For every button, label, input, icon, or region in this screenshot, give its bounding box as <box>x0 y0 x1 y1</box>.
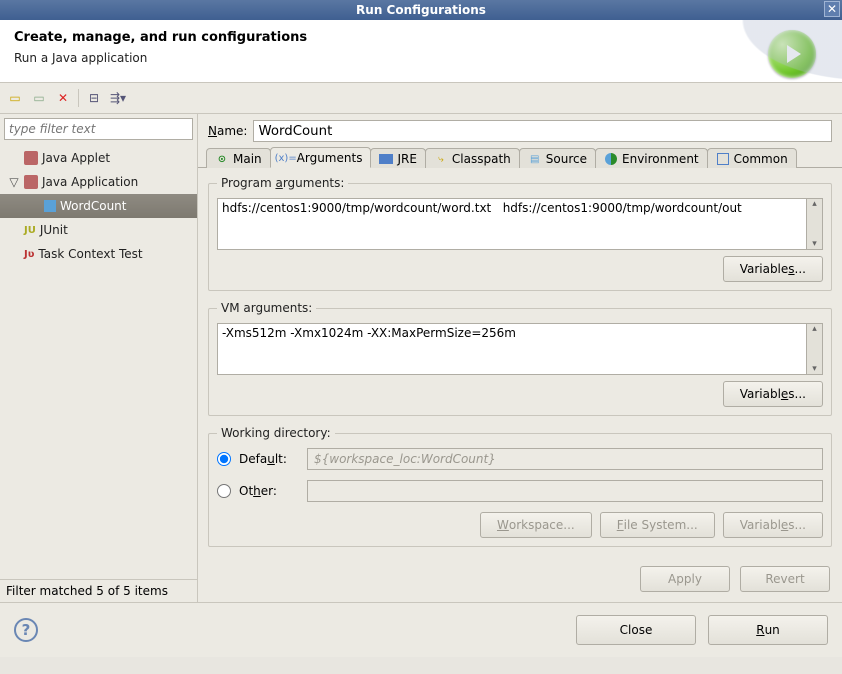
tree-item-wordcount[interactable]: WordCount <box>0 194 197 218</box>
tab-jre[interactable]: JRE <box>370 148 425 168</box>
tab-label: JRE <box>397 152 416 166</box>
scrollbar[interactable]: ▴▾ <box>807 198 823 250</box>
tree-label: JUnit <box>40 223 68 237</box>
launch-config-icon <box>44 200 56 212</box>
java-application-icon <box>24 175 38 189</box>
tab-label: Environment <box>622 152 699 166</box>
tab-label: Arguments <box>297 151 363 165</box>
working-directory-group: Working directory: Default: ${workspace_… <box>208 426 832 547</box>
sidebar: Java Applet ▽ Java Application WordCount… <box>0 114 198 602</box>
other-dir-field <box>307 480 823 502</box>
dialog-heading: Create, manage, and run configurations <box>14 30 768 45</box>
dialog-header: Create, manage, and run configurations R… <box>0 20 842 82</box>
tree-label: Task Context Test <box>38 247 142 261</box>
dialog-subheading: Run a Java application <box>14 51 768 65</box>
scroll-down-icon[interactable]: ▾ <box>812 364 817 374</box>
tree-item-junit[interactable]: JU JUnit <box>0 218 197 242</box>
tab-classpath[interactable]: ⤷ Classpath <box>425 148 520 168</box>
delete-config-button[interactable]: ✕ <box>52 87 74 109</box>
revert-button[interactable]: Revert <box>740 566 830 592</box>
scroll-down-icon[interactable]: ▾ <box>812 239 817 249</box>
vm-arguments-input[interactable] <box>217 323 807 375</box>
tab-environment[interactable]: Environment <box>595 148 708 168</box>
tree-item-java-application[interactable]: ▽ Java Application <box>0 170 197 194</box>
working-directory-legend: Working directory: <box>217 426 335 440</box>
scroll-up-icon[interactable]: ▴ <box>812 324 817 334</box>
vm-variables-button[interactable]: Variables... <box>723 381 823 407</box>
file-system-button[interactable]: File System... <box>600 512 715 538</box>
close-button[interactable]: Close <box>576 615 696 645</box>
program-arguments-input[interactable] <box>217 198 807 250</box>
tab-content-arguments: Program arguments: ▴▾ Variables... VM ar… <box>198 168 842 556</box>
window-close-icon[interactable]: ✕ <box>824 1 840 17</box>
default-dir-radio[interactable] <box>217 452 231 466</box>
tree-item-java-applet[interactable]: Java Applet <box>0 146 197 170</box>
other-dir-label: Other: <box>239 484 299 498</box>
tab-label: Common <box>734 152 788 166</box>
scroll-up-icon[interactable]: ▴ <box>812 199 817 209</box>
duplicate-config-button[interactable]: ▭ <box>28 87 50 109</box>
classpath-icon: ⤷ <box>434 152 448 166</box>
tab-arguments[interactable]: (x)= Arguments <box>270 147 372 168</box>
config-panel: Name: ⊙ Main (x)= Arguments JRE ⤷ Classpath… <box>198 114 842 602</box>
default-dir-label: Default: <box>239 452 299 466</box>
environment-icon <box>604 152 618 166</box>
common-icon <box>716 152 730 166</box>
filter-status: Filter matched 5 of 5 items <box>0 579 197 602</box>
arguments-icon: (x)= <box>279 151 293 165</box>
source-icon: ▤ <box>528 152 542 166</box>
tab-bar: ⊙ Main (x)= Arguments JRE ⤷ Classpath ▤ Sour… <box>198 146 842 168</box>
tree-label: WordCount <box>60 199 126 213</box>
filter-input[interactable] <box>4 118 193 140</box>
workspace-button[interactable]: Workspace... <box>480 512 592 538</box>
run-icon <box>768 30 816 78</box>
apply-revert-row: Apply Revert <box>198 556 842 602</box>
help-icon[interactable]: ? <box>14 618 38 642</box>
tree-item-task-context-test[interactable]: Jʋ Task Context Test <box>0 242 197 266</box>
tab-source[interactable]: ▤ Source <box>519 148 596 168</box>
new-config-button[interactable]: ▭ <box>4 87 26 109</box>
vm-arguments-group: VM arguments: ▴▾ Variables... <box>208 301 832 416</box>
apply-button[interactable]: Apply <box>640 566 730 592</box>
tab-label: Source <box>546 152 587 166</box>
tab-common[interactable]: Common <box>707 148 797 168</box>
task-context-icon: Jʋ <box>24 249 34 260</box>
other-dir-radio[interactable] <box>217 484 231 498</box>
tab-label: Classpath <box>452 152 511 166</box>
jre-icon <box>379 152 393 166</box>
program-arguments-group: Program arguments: ▴▾ Variables... <box>208 176 832 291</box>
vm-arguments-legend: VM arguments: <box>217 301 316 315</box>
window-title: Run Configurations <box>356 3 486 17</box>
config-tree[interactable]: Java Applet ▽ Java Application WordCount… <box>0 144 197 579</box>
filter-button[interactable]: ⇶▾ <box>107 87 129 109</box>
tab-main[interactable]: ⊙ Main <box>206 148 271 168</box>
tree-label: Java Applet <box>42 151 110 165</box>
tab-label: Main <box>233 152 262 166</box>
program-arguments-legend: Program arguments: <box>217 176 348 190</box>
main-icon: ⊙ <box>215 152 229 166</box>
name-input[interactable] <box>253 120 832 142</box>
program-variables-button[interactable]: Variables... <box>723 256 823 282</box>
workingdir-variables-button[interactable]: Variables... <box>723 512 823 538</box>
config-toolbar: ▭ ▭ ✕ ⊟ ⇶▾ <box>0 82 842 114</box>
collapse-all-button[interactable]: ⊟ <box>83 87 105 109</box>
junit-icon: JU <box>24 225 36 236</box>
java-applet-icon <box>24 151 38 165</box>
tree-label: Java Application <box>42 175 138 189</box>
scrollbar[interactable]: ▴▾ <box>807 323 823 375</box>
run-button[interactable]: Run <box>708 615 828 645</box>
dialog-footer: ? Close Run <box>0 602 842 657</box>
window-titlebar: Run Configurations ✕ <box>0 0 842 20</box>
toolbar-separator <box>78 89 79 107</box>
name-label: Name: <box>208 124 247 138</box>
expander-icon[interactable]: ▽ <box>8 175 20 189</box>
default-dir-field: ${workspace_loc:WordCount} <box>307 448 823 470</box>
